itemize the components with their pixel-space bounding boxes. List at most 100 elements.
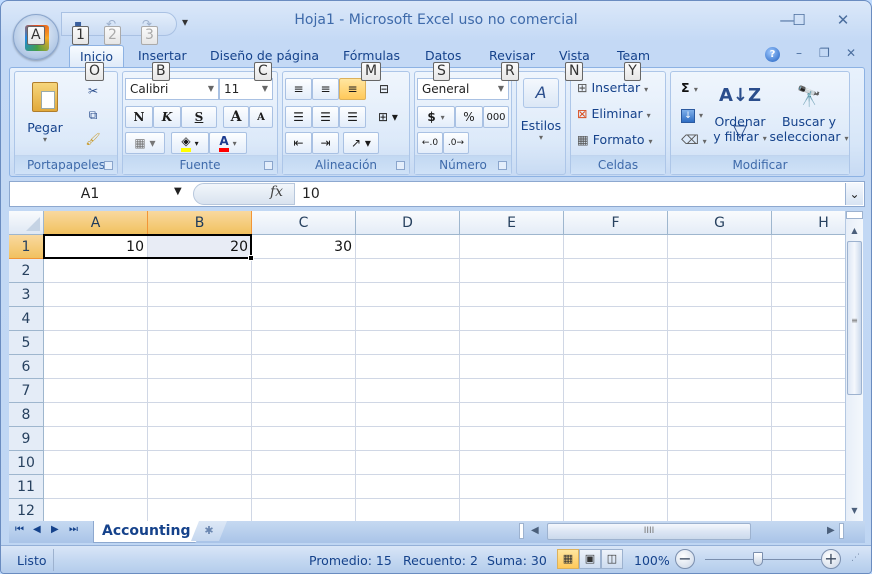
- name-box[interactable]: A1: [10, 182, 190, 206]
- cell-h6[interactable]: [772, 355, 845, 379]
- bold-button[interactable]: N: [125, 106, 153, 128]
- first-sheet-icon[interactable]: ⏮: [15, 524, 24, 535]
- expand-formula-bar-button[interactable]: ⌄: [845, 183, 863, 205]
- cell-c7[interactable]: [252, 379, 356, 403]
- clear-button[interactable]: ⌫ ▾: [681, 132, 707, 147]
- zoom-slider-track[interactable]: [705, 559, 821, 560]
- zoom-out-button[interactable]: −: [675, 549, 695, 569]
- copy-button[interactable]: ⧉: [81, 104, 105, 126]
- column-header-h[interactable]: H: [772, 211, 845, 235]
- row-header-4[interactable]: 4: [9, 307, 44, 331]
- cell-g2[interactable]: [668, 259, 772, 283]
- fill-button[interactable]: ↓ ▾: [681, 106, 703, 123]
- decrease-indent-button[interactable]: ⇤: [285, 132, 312, 154]
- cell-d4[interactable]: [356, 307, 460, 331]
- select-all-button[interactable]: [9, 211, 44, 235]
- column-header-d[interactable]: D: [356, 211, 460, 235]
- help-icon[interactable]: ?: [765, 47, 780, 62]
- vertical-scroll-thumb[interactable]: ≡: [847, 241, 862, 395]
- format-painter-button[interactable]: 🖌: [81, 128, 105, 150]
- grow-font-button[interactable]: A: [223, 106, 249, 128]
- cell-b4[interactable]: [148, 307, 252, 331]
- cell-f9[interactable]: [564, 427, 668, 451]
- cell-g4[interactable]: [668, 307, 772, 331]
- arrow-right-icon[interactable]: ▶: [827, 525, 835, 536]
- align-middle-button[interactable]: ≡: [312, 78, 339, 100]
- row-header-6[interactable]: 6: [9, 355, 44, 379]
- cell-f5[interactable]: [564, 331, 668, 355]
- cell-a11[interactable]: [44, 475, 148, 499]
- row-header-5[interactable]: 5: [9, 331, 44, 355]
- cell-h4[interactable]: [772, 307, 845, 331]
- cell-g1[interactable]: [668, 235, 772, 259]
- cell-d9[interactable]: [356, 427, 460, 451]
- cell-d7[interactable]: [356, 379, 460, 403]
- cell-c9[interactable]: [252, 427, 356, 451]
- cell-b12[interactable]: [148, 499, 252, 521]
- cell-b11[interactable]: [148, 475, 252, 499]
- underline-button[interactable]: S: [181, 106, 217, 128]
- cell-a1[interactable]: 10: [44, 235, 148, 259]
- paste-button[interactable]: Pegar ▾: [23, 78, 67, 154]
- cut-button[interactable]: ✂: [81, 80, 105, 102]
- cell-e11[interactable]: [460, 475, 564, 499]
- cell-d11[interactable]: [356, 475, 460, 499]
- cell-c8[interactable]: [252, 403, 356, 427]
- cell-f1[interactable]: [564, 235, 668, 259]
- tab-formulas[interactable]: Fórmulas: [343, 48, 400, 63]
- number-format-combo[interactable]: General ▼: [417, 78, 509, 100]
- cell-f11[interactable]: [564, 475, 668, 499]
- italic-button[interactable]: K: [153, 106, 181, 128]
- clipboard-launcher-button[interactable]: [104, 161, 113, 170]
- cell-e7[interactable]: [460, 379, 564, 403]
- cell-a12[interactable]: [44, 499, 148, 521]
- vertical-scrollbar[interactable]: ▲ ≡ ▼: [845, 211, 863, 521]
- cell-h1[interactable]: [772, 235, 845, 259]
- cell-d1[interactable]: [356, 235, 460, 259]
- cell-d3[interactable]: [356, 283, 460, 307]
- cell-a2[interactable]: [44, 259, 148, 283]
- cell-c2[interactable]: [252, 259, 356, 283]
- cell-e4[interactable]: [460, 307, 564, 331]
- orientation-button[interactable]: ↗ ▾: [343, 132, 379, 154]
- cell-b5[interactable]: [148, 331, 252, 355]
- cell-h9[interactable]: [772, 427, 845, 451]
- chevron-down-icon[interactable]: ▼: [174, 186, 182, 197]
- cell-e12[interactable]: [460, 499, 564, 521]
- scroll-down-button[interactable]: ▼: [846, 503, 863, 519]
- cell-h10[interactable]: [772, 451, 845, 475]
- cell-d12[interactable]: [356, 499, 460, 521]
- cell-a10[interactable]: [44, 451, 148, 475]
- cell-g6[interactable]: [668, 355, 772, 379]
- cell-h8[interactable]: [772, 403, 845, 427]
- shrink-font-button[interactable]: A: [249, 106, 273, 128]
- column-header-e[interactable]: E: [460, 211, 564, 235]
- zoom-level[interactable]: 100%: [634, 553, 670, 568]
- workbook-restore-button[interactable]: ❐: [819, 46, 830, 60]
- cell-g11[interactable]: [668, 475, 772, 499]
- last-sheet-icon[interactable]: ⏭: [69, 524, 78, 535]
- borders-button[interactable]: ▦ ▾: [125, 132, 165, 154]
- cell-b7[interactable]: [148, 379, 252, 403]
- thousands-button[interactable]: 000: [483, 106, 509, 128]
- cell-a6[interactable]: [44, 355, 148, 379]
- tab-vista[interactable]: Vista: [559, 48, 590, 63]
- wrap-text-button[interactable]: ⊟: [371, 78, 397, 100]
- cell-f12[interactable]: [564, 499, 668, 521]
- cell-f3[interactable]: [564, 283, 668, 307]
- cell-h11[interactable]: [772, 475, 845, 499]
- cell-b2[interactable]: [148, 259, 252, 283]
- cell-e5[interactable]: [460, 331, 564, 355]
- workbook-close-button[interactable]: ✕: [846, 46, 856, 60]
- cell-g10[interactable]: [668, 451, 772, 475]
- cell-a7[interactable]: [44, 379, 148, 403]
- increase-indent-button[interactable]: ⇥: [312, 132, 339, 154]
- cell-d6[interactable]: [356, 355, 460, 379]
- customize-qat-icon[interactable]: ▾: [182, 15, 188, 29]
- maximize-button[interactable]: ☐: [785, 9, 813, 31]
- horizontal-scrollbar[interactable]: ◀ IIII ▶: [517, 523, 847, 541]
- font-color-button[interactable]: A ▾: [209, 132, 247, 154]
- align-top-button[interactable]: ≡: [285, 78, 312, 100]
- cell-b3[interactable]: [148, 283, 252, 307]
- cell-e1[interactable]: [460, 235, 564, 259]
